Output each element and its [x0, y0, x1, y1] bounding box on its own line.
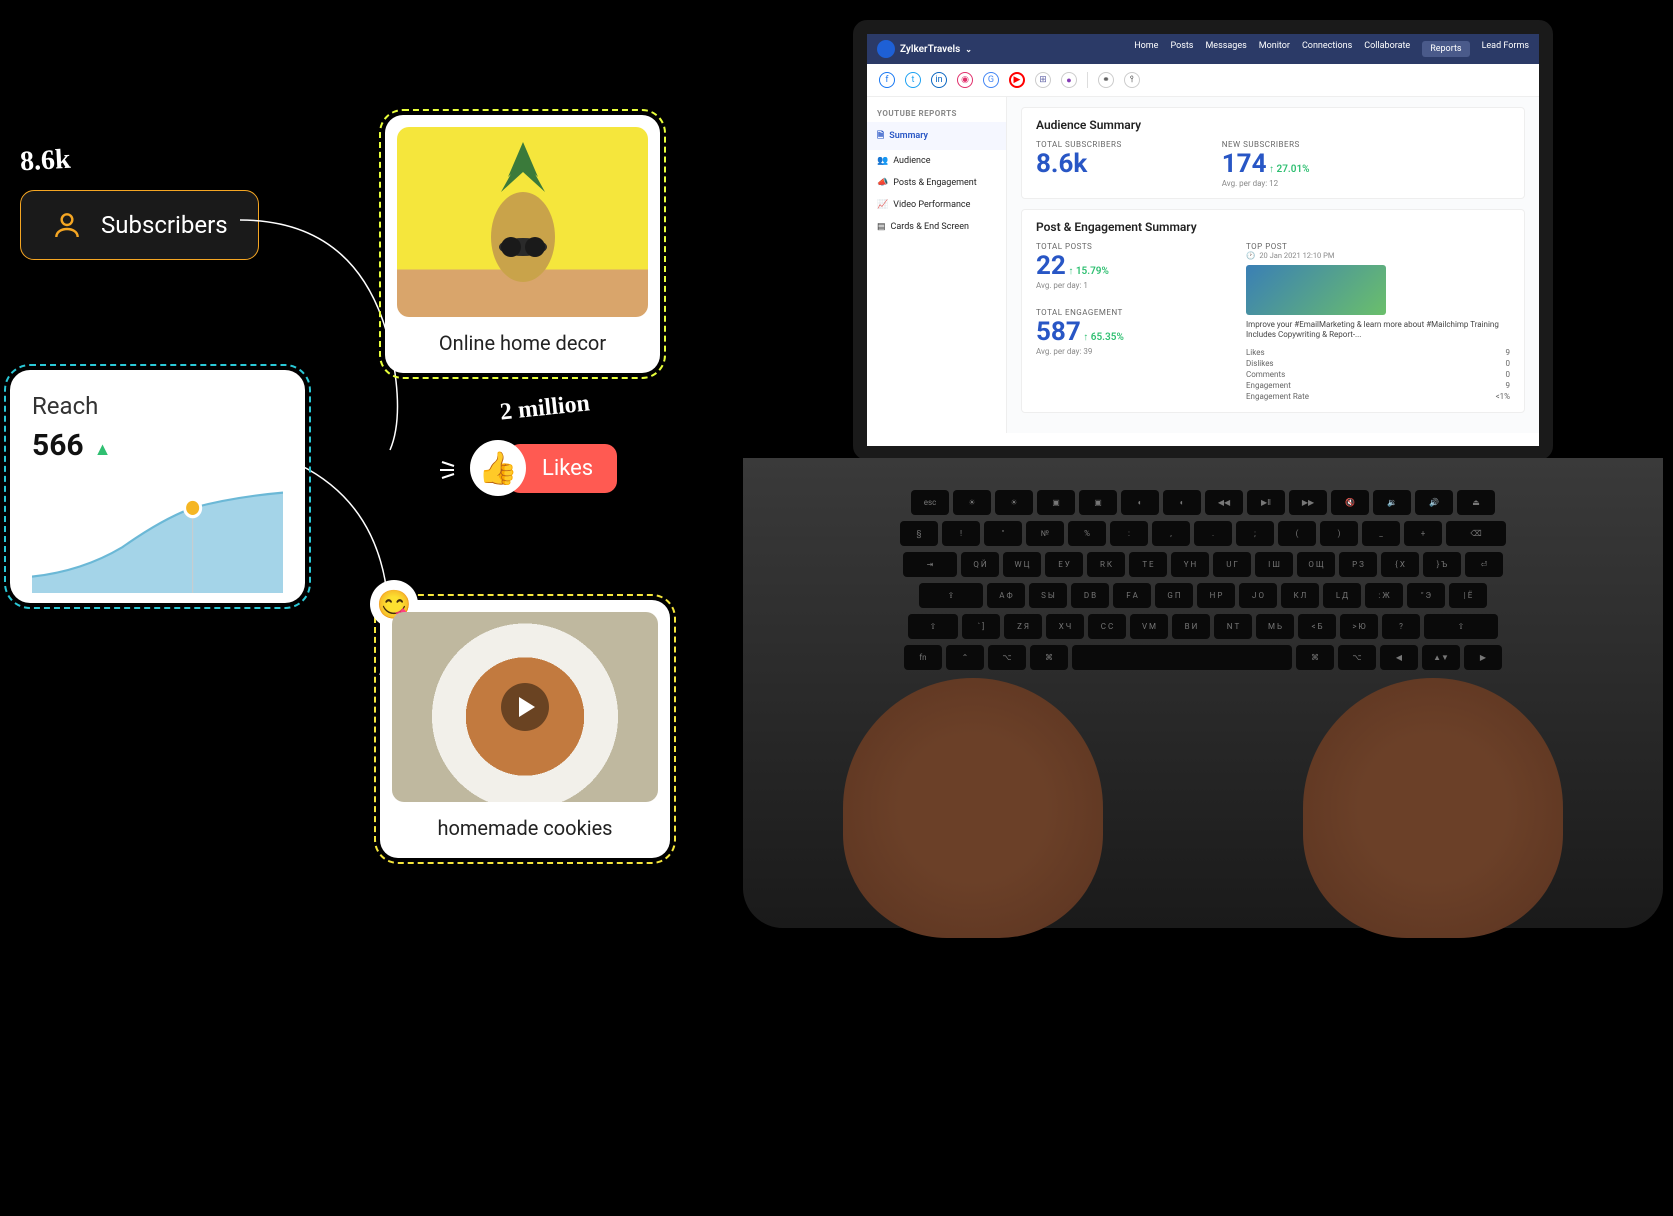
video-thumb: [392, 612, 658, 802]
likes-pill[interactable]: 👍 Likes: [470, 440, 617, 496]
nav-messages[interactable]: Messages: [1205, 41, 1246, 57]
channel-icon-2[interactable]: ●: [1061, 72, 1077, 88]
audience-summary-panel: Audience Summary TOTAL SUBSCRIBERS 8.6k …: [1021, 107, 1525, 199]
video-card-home-decor[interactable]: Online home decor: [385, 115, 660, 373]
play-icon[interactable]: [501, 683, 549, 731]
reach-title: Reach: [32, 392, 283, 420]
trend-up-icon: ▲: [94, 439, 112, 460]
thumbs-up-icon: 👍: [470, 440, 526, 496]
likes-count-annotation: 2 million: [499, 390, 591, 426]
brand[interactable]: ZylkerTravels ⌄: [877, 40, 972, 58]
nav-posts[interactable]: Posts: [1170, 41, 1193, 57]
youtube-icon[interactable]: ▶: [1009, 72, 1025, 88]
brand-logo-icon: [877, 40, 895, 58]
analytics-icon[interactable]: ⫯: [1124, 72, 1140, 88]
sidebar-item-summary[interactable]: 🗎Summary: [867, 122, 1006, 150]
laptop-mockup: ZylkerTravels ⌄ Home Posts Messages Moni…: [743, 20, 1663, 928]
panel-title: Audience Summary: [1036, 118, 1510, 132]
instagram-icon[interactable]: ◉: [957, 72, 973, 88]
video-caption: homemade cookies: [392, 816, 658, 840]
google-icon[interactable]: G: [983, 72, 999, 88]
social-channel-bar: f t in ◉ G ▶ ⊞ ● ⚭ ⫯: [867, 64, 1539, 97]
subscribers-count-annotation: 8.6k: [19, 144, 71, 179]
cards-icon: ▤: [877, 222, 886, 232]
left-hand: [843, 678, 1103, 938]
chevron-down-icon[interactable]: ⌄: [965, 45, 972, 54]
reach-card: Reach 566 ▲: [10, 370, 305, 603]
top-post-image[interactable]: [1246, 265, 1386, 315]
right-hand: [1303, 678, 1563, 938]
document-icon: 🗎: [877, 128, 884, 144]
top-post: TOP POST 🕐20 Jan 2021 12:10 PM Improve y…: [1246, 242, 1510, 402]
reach-chart: [32, 473, 283, 593]
dashboard-sidebar: YOUTUBE REPORTS 🗎Summary 👥Audience 📣Post…: [867, 97, 1007, 433]
nav-lead-forms[interactable]: Lead Forms: [1482, 41, 1529, 57]
top-post-desc: Improve your #EmailMarketing & learn mor…: [1246, 320, 1510, 341]
laptop-keyboard: esc☀☀▣▣◐◐◀◀▶Ⅱ▶▶🔇🔉🔊⏏ §!"№%:,.;()_+⌫ ⇥Q ЙW…: [743, 458, 1663, 928]
nav-collaborate[interactable]: Collaborate: [1364, 41, 1410, 57]
megaphone-icon: 📣: [877, 178, 888, 188]
dashboard-screen: ZylkerTravels ⌄ Home Posts Messages Moni…: [853, 20, 1553, 460]
channel-icon[interactable]: ⊞: [1035, 72, 1051, 88]
sidebar-item-cards[interactable]: ▤Cards & End Screen: [867, 216, 1006, 238]
nav-home[interactable]: Home: [1134, 41, 1158, 57]
twitter-icon[interactable]: t: [905, 72, 921, 88]
nav-monitor[interactable]: Monitor: [1259, 41, 1290, 57]
clock-icon: 🕐: [1246, 251, 1255, 260]
users-icon: 👥: [877, 156, 888, 166]
engagement-summary-panel: Post & Engagement Summary TOTAL POSTS 22…: [1021, 209, 1525, 413]
top-nav: Home Posts Messages Monitor Connections …: [1134, 41, 1529, 57]
nav-reports[interactable]: Reports: [1422, 41, 1469, 57]
metric-total-posts: TOTAL POSTS 22 ↑ 15.79% Avg. per day: 1: [1036, 242, 1216, 290]
video-caption: Online home decor: [397, 331, 648, 355]
metric-new-subscribers: NEW SUBSCRIBERS 174 ↑ 27.01% Avg. per da…: [1222, 140, 1310, 188]
sidebar-item-audience[interactable]: 👥Audience: [867, 150, 1006, 172]
top-post-stats: Likes9 Dislikes0 Comments0 Engagement9 E…: [1246, 347, 1510, 402]
nav-connections[interactable]: Connections: [1302, 41, 1352, 57]
subscribers-label: Subscribers: [101, 211, 228, 239]
subscribers-pill[interactable]: Subscribers: [20, 190, 259, 260]
dashboard-main: Audience Summary TOTAL SUBSCRIBERS 8.6k …: [1007, 97, 1539, 433]
facebook-icon[interactable]: f: [879, 72, 895, 88]
sidebar-heading: YOUTUBE REPORTS: [867, 105, 1006, 122]
video-card-cookies[interactable]: 😋 homemade cookies: [380, 600, 670, 858]
pineapple-graphic: [473, 137, 573, 307]
metric-total-subscribers: TOTAL SUBSCRIBERS 8.6k: [1036, 140, 1122, 188]
linkedin-icon[interactable]: in: [931, 72, 947, 88]
dashboard-topbar: ZylkerTravels ⌄ Home Posts Messages Moni…: [867, 34, 1539, 64]
burst-icon: [440, 454, 470, 484]
sidebar-item-posts[interactable]: 📣Posts & Engagement: [867, 172, 1006, 194]
user-icon: [51, 209, 83, 241]
sidebar-item-video[interactable]: 📈Video Performance: [867, 194, 1006, 216]
chart-icon: 📈: [877, 200, 888, 210]
panel-title: Post & Engagement Summary: [1036, 220, 1510, 234]
link-icon[interactable]: ⚭: [1098, 72, 1114, 88]
video-thumb: [397, 127, 648, 317]
brand-name: ZylkerTravels: [900, 44, 960, 55]
reach-value: 566: [32, 428, 84, 463]
metric-total-engagement: TOTAL ENGAGEMENT 587 ↑ 65.35% Avg. per d…: [1036, 308, 1216, 356]
